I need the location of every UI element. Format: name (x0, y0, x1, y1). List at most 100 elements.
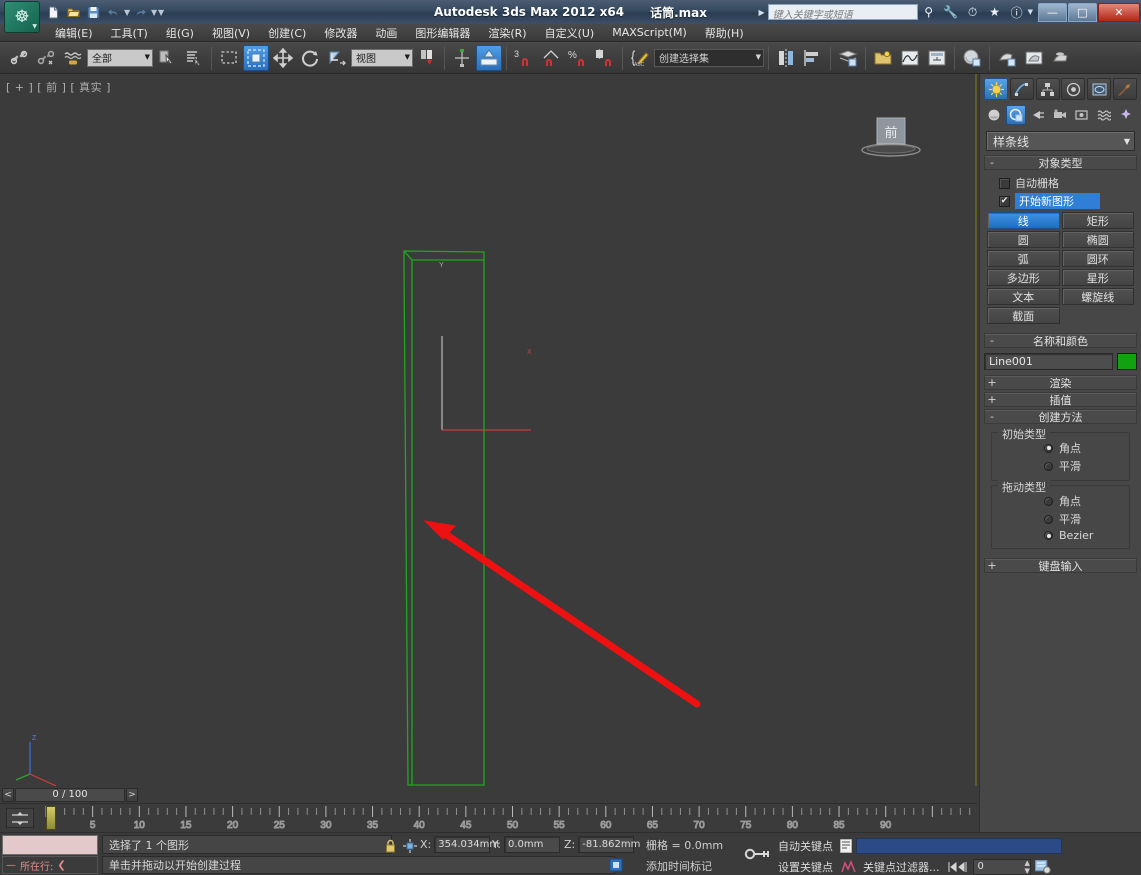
unlink-selection-icon[interactable] (33, 45, 59, 71)
select-and-link-icon[interactable] (6, 45, 32, 71)
maxscript-collapse-icon[interactable]: ❮ (57, 860, 65, 871)
percent-snap-toggle-icon[interactable]: % (565, 45, 591, 71)
menu-item-create[interactable]: 创建(C) (259, 24, 315, 42)
tab-create[interactable] (984, 78, 1008, 100)
menu-item-graph-editors[interactable]: 图形编辑器 (406, 24, 479, 42)
create-line-button[interactable]: 线 (987, 212, 1060, 229)
redo-dropdown-arrow-icon[interactable]: ▼ (151, 8, 157, 17)
set-key-anim-icon[interactable] (840, 857, 856, 875)
minimize-button[interactable]: — (1038, 2, 1067, 22)
tab-utilities[interactable] (1112, 78, 1137, 100)
create-helix-button[interactable]: 螺旋线 (1061, 288, 1134, 305)
time-tag-key-icon[interactable] (608, 857, 624, 873)
create-text-button[interactable]: 文本 (987, 288, 1060, 305)
select-and-scale-icon[interactable] (324, 45, 350, 71)
create-donut-button[interactable]: 圆环 (1061, 250, 1134, 267)
previous-frame-button[interactable]: < (2, 787, 14, 802)
align-icon[interactable] (800, 45, 826, 71)
coord-x[interactable]: X: 354.034mm (420, 835, 499, 854)
selection-filter-dropdown[interactable]: 全部 ▼ (87, 48, 153, 67)
mirror-icon[interactable] (773, 45, 799, 71)
create-ngon-button[interactable]: 多边形 (987, 269, 1060, 286)
communication-center-icon[interactable]: ⏱ (962, 1, 984, 23)
search-binoculars-icon[interactable]: ⚲ (918, 1, 940, 23)
initial-type-smooth-row[interactable]: 平滑 (996, 457, 1125, 475)
start-new-shape-checkbox[interactable]: ✔ (999, 195, 1010, 207)
key-mode-toggle-button[interactable] (740, 837, 774, 871)
rectangular-selection-region-icon[interactable] (216, 45, 242, 71)
drag-type-corner-radio[interactable] (1044, 496, 1053, 506)
auto-grid-checkbox[interactable] (999, 177, 1010, 189)
subscription-wrench-icon[interactable]: 🔧 (940, 1, 962, 23)
material-editor-icon[interactable] (959, 45, 985, 71)
layer-manager-icon[interactable] (835, 45, 861, 71)
coord-y-value[interactable]: 0.0mm (503, 836, 560, 853)
selection-lock-toggle-icon[interactable] (380, 836, 400, 855)
curve-editor-icon[interactable] (897, 45, 923, 71)
render-production-icon[interactable] (1048, 45, 1074, 71)
select-by-name-icon[interactable] (181, 45, 207, 71)
auto-grid-row[interactable]: 自动栅格 (985, 174, 1136, 192)
qat-customize-arrow-icon[interactable]: ▼ (158, 8, 164, 17)
helpers-icon[interactable] (1072, 105, 1092, 125)
angle-snap-toggle-icon[interactable] (538, 45, 564, 71)
snaps-toggle-icon[interactable]: 3 (511, 45, 537, 71)
rendered-frame-window-icon[interactable] (1021, 45, 1047, 71)
menu-item-group[interactable]: 组(G) (157, 24, 203, 42)
menu-item-views[interactable]: 视图(V) (203, 24, 259, 42)
application-menu-button[interactable]: ☸ ▼ (4, 1, 40, 33)
reference-coordinate-dropdown[interactable]: 视图 ▼ (351, 48, 413, 67)
save-file-icon[interactable] (84, 3, 103, 22)
redo-icon[interactable] (131, 3, 150, 22)
coord-y[interactable]: Y: 0.0mm (492, 835, 560, 854)
toggle-scene-explorer-icon[interactable] (870, 45, 896, 71)
named-selection-set-dropdown[interactable]: 创建选择集 ▼ (654, 48, 764, 67)
current-frame-field[interactable]: 0 / 100 (15, 787, 125, 802)
use-selection-center-icon[interactable] (449, 45, 475, 71)
initial-type-corner-radio[interactable] (1044, 443, 1053, 453)
select-and-rotate-icon[interactable] (297, 45, 323, 71)
rollout-header-rendering[interactable]: + 渲染 (984, 375, 1137, 390)
initial-type-smooth-radio[interactable] (1044, 461, 1053, 471)
undo-icon[interactable] (104, 3, 123, 22)
next-frame-button[interactable]: > (126, 787, 138, 802)
tab-hierarchy[interactable] (1035, 78, 1060, 100)
select-and-move-icon[interactable] (270, 45, 296, 71)
space-warps-icon[interactable] (1094, 105, 1114, 125)
favorites-star-icon[interactable]: ★ (984, 1, 1006, 23)
menu-item-customize[interactable]: 自定义(U) (536, 24, 604, 42)
drag-type-bezier-radio[interactable] (1044, 531, 1053, 540)
selection-list-icon[interactable] (839, 836, 853, 855)
menu-item-modifiers[interactable]: 修改器 (315, 24, 366, 42)
coord-z[interactable]: Z: -81.862mm (564, 835, 640, 854)
select-object-icon[interactable] (154, 45, 180, 71)
create-ellipse-button[interactable]: 椭圆 (1061, 231, 1134, 248)
close-button[interactable]: ✕ (1098, 2, 1140, 22)
bind-to-space-warp-icon[interactable] (60, 45, 86, 71)
menu-item-maxscript[interactable]: MAXScript(M) (603, 25, 696, 40)
add-time-tag-label[interactable]: 添加时间标记 (646, 858, 712, 874)
rollout-header-name-and-color[interactable]: - 名称和颜色 (984, 333, 1137, 348)
select-object-mode-icon[interactable] (243, 44, 269, 71)
open-file-icon[interactable] (64, 3, 83, 22)
drag-type-smooth-radio[interactable] (1044, 514, 1053, 524)
shapes-icon[interactable] (1006, 105, 1026, 125)
create-rectangle-button[interactable]: 矩形 (1061, 212, 1134, 229)
undo-dropdown-arrow-icon[interactable]: ▼ (124, 8, 130, 17)
create-circle-button[interactable]: 圆 (987, 231, 1060, 248)
rollout-header-keyboard-entry[interactable]: + 键盘输入 (984, 558, 1137, 573)
new-file-icon[interactable] (44, 3, 63, 22)
viewcube[interactable]: 前 (855, 112, 927, 160)
time-slider-thumb[interactable] (46, 806, 56, 830)
cameras-icon[interactable] (1050, 105, 1070, 125)
geometry-icon[interactable] (984, 105, 1004, 125)
spinner-snap-toggle-icon[interactable] (592, 45, 618, 71)
object-category-dropdown[interactable]: 样条线 ▼ (986, 131, 1135, 151)
rollout-header-interpolation[interactable]: + 插值 (984, 392, 1137, 407)
help-dropdown-arrow-icon[interactable]: ▼ (1028, 8, 1033, 16)
search-input[interactable]: 键入关键字或短语 (767, 4, 918, 21)
render-setup-icon[interactable] (994, 45, 1020, 71)
spinner-arrows-icon[interactable]: ▲ ▼ (1025, 859, 1030, 875)
tab-motion[interactable] (1061, 78, 1086, 100)
rollout-header-creation-method[interactable]: - 创建方法 (984, 409, 1137, 424)
